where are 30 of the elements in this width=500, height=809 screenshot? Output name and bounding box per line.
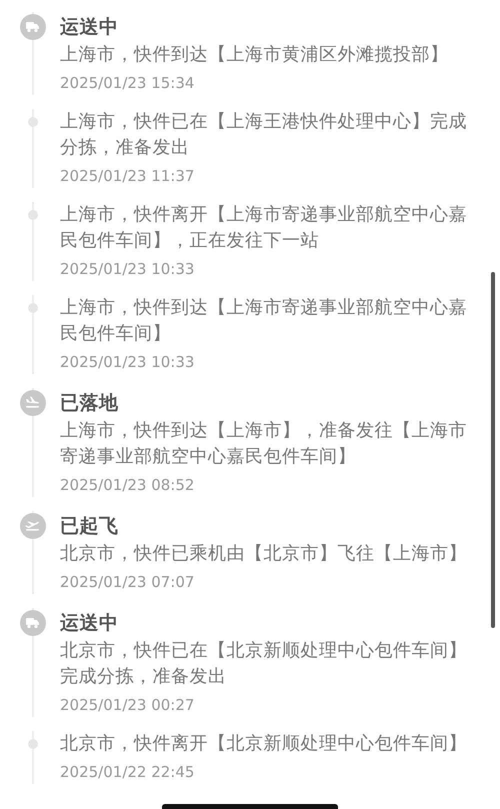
home-indicator[interactable] [162,804,338,809]
event-detail: 上海市，快件已在【上海王港快件处理中心】完成分拣，准备发出 [60,110,468,160]
event-detail: 上海市，快件到达【上海市黄浦区外滩揽投部】 [60,43,450,67]
status-title: 已起飞 [60,514,120,539]
event-detail: 上海市，快件到达【上海市】，准备发往【上海市寄递事业部航空中心嘉民包件车间】 [60,419,468,469]
scrollbar[interactable] [491,272,495,628]
event-time: 2025/01/23 07:07 [60,572,196,593]
event-time: 2025/01/23 10:33 [60,352,196,373]
truck-icon [20,14,46,40]
event-time: 2025/01/23 08:52 [60,475,196,496]
event-time: 2025/01/22 22:45 [60,762,196,783]
truck-icon [20,610,46,636]
status-title: 运送中 [60,611,120,636]
event-time: 2025/01/23 10:33 [60,259,196,280]
status-title: 已落地 [60,391,120,416]
timeline-dot [28,739,38,749]
event-time: 2025/01/23 11:37 [60,166,196,187]
event-detail: 北京市，快件已在【北京新顺处理中心包件车间】完成分拣，准备发出 [60,639,468,689]
status-title: 运送中 [60,15,120,40]
event-detail: 北京市，快件离开【北京新顺处理中心包件车间】 [60,732,468,756]
event-time: 2025/01/23 15:34 [60,73,196,94]
timeline-dot [28,303,38,313]
event-detail: 北京市，快件已乘机由【北京市】飞往【上海市】 [60,542,468,566]
event-time: 2025/01/23 00:27 [60,695,196,716]
timeline-dot [28,210,38,220]
timeline-dot [28,117,38,127]
plane-landing-icon [20,390,46,416]
event-detail: 上海市，快件离开【上海市寄递事业部航空中心嘉民包件车间】，正在发往下一站 [60,203,468,253]
plane-takeoff-icon [20,513,46,539]
event-detail: 上海市，快件到达【上海市寄递事业部航空中心嘉民包件车间】 [60,296,468,346]
